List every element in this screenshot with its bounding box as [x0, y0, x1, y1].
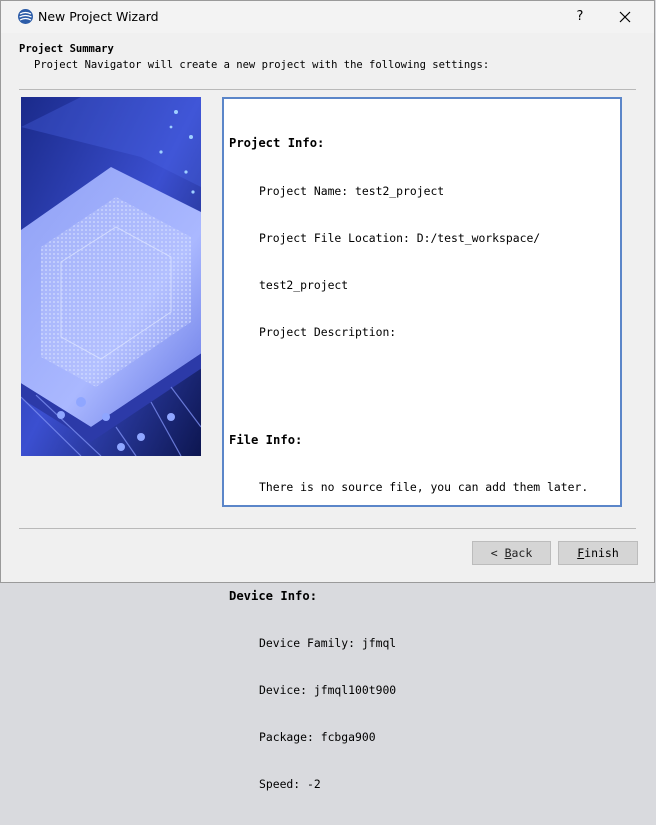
bottom-divider: [19, 528, 636, 529]
chip-illustration: [21, 97, 201, 456]
wizard-side-image: [21, 97, 201, 456]
device-line: Device: jfmql100t900: [259, 683, 397, 698]
summary-panel[interactable]: Project Info: Project Name: test2_projec…: [222, 97, 622, 791]
back-button[interactable]: < Back: [472, 541, 551, 565]
file-info-line: There is no source file, you can add the…: [259, 480, 589, 495]
window-title: New Project Wizard: [38, 9, 159, 24]
summary-text: Project Info: Project Name: test2_projec…: [229, 105, 588, 825]
finish-mnemonic: F: [577, 546, 585, 560]
help-button[interactable]: ?: [563, 1, 597, 33]
app-logo-icon: [18, 9, 33, 24]
back-prefix: <: [490, 546, 505, 560]
finish-button[interactable]: Finish: [558, 541, 638, 565]
top-divider: [19, 89, 636, 90]
close-button[interactable]: [607, 1, 643, 33]
project-location-line: Project File Location: D:/test_workspace…: [259, 230, 541, 245]
wizard-window: New Project Wizard ? Project Summary Pro…: [0, 0, 655, 791]
project-description-line: Project Description:: [259, 324, 397, 339]
finish-label-rest: inish: [584, 546, 619, 560]
device-info-heading: Device Info:: [229, 588, 318, 603]
page-title: Project Summary: [19, 43, 114, 55]
page-subtitle: Project Navigator will create a new proj…: [34, 59, 490, 71]
title-bar[interactable]: New Project Wizard ?: [1, 1, 654, 33]
close-icon: [619, 11, 631, 23]
project-info-heading: Project Info:: [229, 136, 325, 151]
speed-line: Speed: -2: [259, 777, 321, 792]
file-info-heading: File Info:: [229, 433, 303, 448]
back-label-rest: ack: [511, 546, 533, 560]
package-line: Package: fcbga900: [259, 730, 376, 745]
back-mnemonic: B: [504, 546, 512, 560]
project-location-continued: test2_project: [259, 277, 349, 292]
device-family-line: Device Family: jfmql: [259, 636, 397, 651]
project-name-line: Project Name: test2_project: [259, 183, 445, 198]
